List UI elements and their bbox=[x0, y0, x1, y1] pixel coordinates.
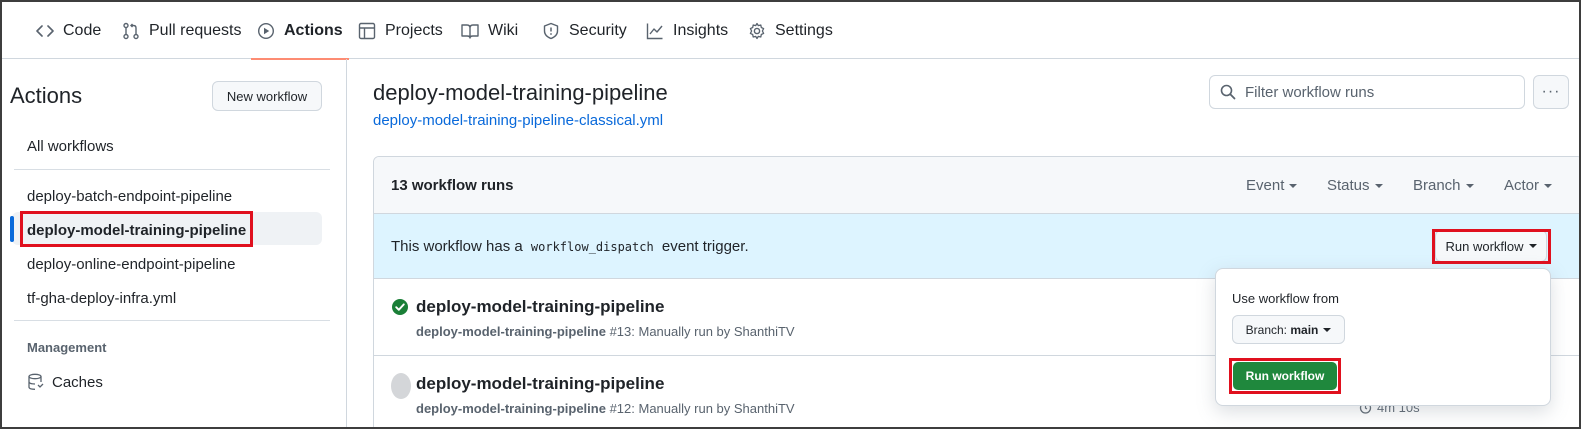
runs-count: 13 workflow runs bbox=[391, 177, 514, 194]
sidebar-item-workflow[interactable]: deploy-online-endpoint-pipeline bbox=[27, 256, 235, 273]
sidebar-selected-indicator bbox=[10, 216, 14, 242]
dispatch-message: This workflow has a workflow_dispatch ev… bbox=[391, 238, 749, 255]
workflow-file-link[interactable]: deploy-model-training-pipeline-classical… bbox=[373, 112, 663, 129]
tab-pull-requests-label: Pull requests bbox=[149, 21, 242, 39]
pull-request-icon bbox=[122, 22, 140, 40]
highlight-box bbox=[20, 211, 253, 247]
table-icon bbox=[358, 22, 376, 40]
sidebar-item-workflow[interactable]: tf-gha-deploy-infra.yml bbox=[27, 290, 176, 307]
use-workflow-from-label: Use workflow from bbox=[1232, 291, 1339, 306]
filter-workflow-runs-input[interactable]: Filter workflow runs bbox=[1209, 75, 1525, 109]
highlight-box bbox=[1229, 358, 1341, 394]
tab-code[interactable]: Code bbox=[36, 2, 101, 59]
sidebar-item-caches[interactable]: Caches bbox=[27, 373, 103, 391]
branch-filter-dropdown[interactable]: Branch bbox=[1413, 177, 1474, 194]
tab-projects-label: Projects bbox=[385, 21, 443, 39]
graph-icon bbox=[646, 22, 664, 40]
more-options-button[interactable]: ··· bbox=[1533, 75, 1569, 109]
caret-down-icon bbox=[1374, 184, 1383, 189]
tab-wiki-label: Wiki bbox=[488, 21, 519, 39]
sidebar-divider bbox=[14, 320, 330, 321]
gear-icon bbox=[748, 22, 766, 40]
tab-code-label: Code bbox=[63, 21, 102, 39]
sidebar-item-workflow[interactable]: deploy-batch-endpoint-pipeline bbox=[27, 188, 232, 205]
repo-nav: Code Pull requests Actions Projects Wiki bbox=[2, 2, 1579, 60]
status-filter-dropdown[interactable]: Status bbox=[1327, 177, 1383, 194]
book-icon bbox=[461, 22, 479, 40]
tab-actions[interactable]: Actions bbox=[251, 2, 349, 60]
caret-down-icon bbox=[1289, 184, 1298, 189]
tab-insights[interactable]: Insights bbox=[646, 2, 728, 59]
caret-down-icon bbox=[1465, 184, 1474, 189]
caret-down-icon bbox=[1323, 327, 1332, 332]
actor-filter-dropdown[interactable]: Actor bbox=[1504, 177, 1553, 194]
highlight-box bbox=[1432, 229, 1551, 264]
play-icon bbox=[257, 22, 275, 40]
tab-projects[interactable]: Projects bbox=[358, 2, 443, 59]
run-details: deploy-model-training-pipeline #13: Manu… bbox=[416, 324, 795, 339]
success-check-icon bbox=[391, 298, 409, 316]
code-icon bbox=[36, 22, 54, 40]
dispatch-code: workflow_dispatch bbox=[530, 240, 654, 254]
actions-sidebar: Actions New workflow All workflows deplo… bbox=[2, 59, 347, 427]
tab-pull-requests[interactable]: Pull requests bbox=[122, 2, 242, 59]
tab-security-label: Security bbox=[569, 21, 627, 39]
management-heading: Management bbox=[27, 340, 107, 355]
sidebar-item-all-workflows[interactable]: All workflows bbox=[27, 138, 114, 155]
tab-settings-label: Settings bbox=[775, 21, 833, 39]
filter-placeholder: Filter workflow runs bbox=[1245, 83, 1375, 101]
runs-header: 13 workflow runs Event Status Branch Act… bbox=[374, 157, 1579, 214]
tab-settings[interactable]: Settings bbox=[748, 2, 833, 59]
run-title[interactable]: deploy-model-training-pipeline bbox=[416, 297, 664, 317]
tab-security[interactable]: Security bbox=[542, 2, 627, 59]
search-icon bbox=[1220, 84, 1236, 100]
tab-insights-label: Insights bbox=[673, 21, 729, 39]
app-window: Code Pull requests Actions Projects Wiki bbox=[0, 0, 1581, 429]
database-icon bbox=[27, 373, 44, 391]
run-title[interactable]: deploy-model-training-pipeline bbox=[416, 374, 664, 394]
run-workflow-popover: Use workflow from Branch: main Run workf… bbox=[1215, 268, 1551, 406]
tab-wiki[interactable]: Wiki bbox=[461, 2, 518, 59]
sidebar-title: Actions bbox=[10, 83, 83, 108]
event-filter-dropdown[interactable]: Event bbox=[1246, 177, 1298, 194]
workflow-title: deploy-model-training-pipeline bbox=[373, 80, 668, 105]
tab-actions-label: Actions bbox=[284, 21, 343, 39]
branch-select-button[interactable]: Branch: main bbox=[1232, 315, 1345, 344]
in-progress-icon bbox=[389, 371, 413, 401]
caret-down-icon bbox=[1544, 184, 1553, 189]
new-workflow-button[interactable]: New workflow bbox=[212, 81, 322, 111]
run-details: deploy-model-training-pipeline #12: Manu… bbox=[416, 401, 795, 416]
sidebar-divider bbox=[14, 169, 330, 170]
shield-icon bbox=[542, 22, 560, 40]
caches-label: Caches bbox=[52, 373, 103, 391]
